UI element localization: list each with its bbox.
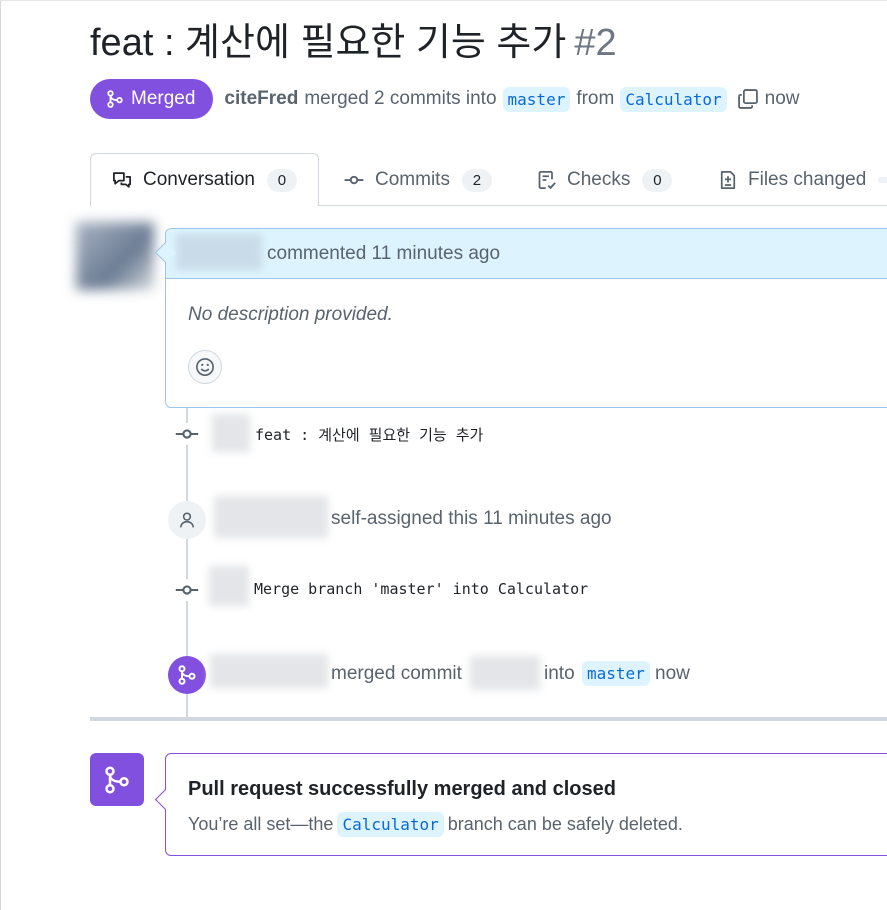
tab-label: Conversation bbox=[143, 169, 255, 190]
tab-counter: 2 bbox=[461, 168, 492, 192]
base-branch[interactable]: master bbox=[502, 86, 571, 112]
merge-target-branch[interactable]: master bbox=[582, 661, 650, 686]
checklist-icon bbox=[538, 171, 556, 190]
comment-action: commented 11 minutes ago bbox=[267, 243, 501, 264]
git-merge-icon bbox=[90, 753, 144, 806]
merge-time: now bbox=[764, 88, 800, 109]
tab-files-changed[interactable]: Files changed bbox=[718, 160, 887, 200]
commit-message[interactable]: feat : 계산에 필요한 기능 추가 bbox=[255, 424, 483, 445]
copy-icon[interactable] bbox=[737, 88, 759, 110]
tab-label: Files changed bbox=[748, 169, 867, 190]
window-top-edge bbox=[0, 0, 887, 1]
merge-event-into: into bbox=[544, 663, 575, 684]
tab-conversation[interactable]: Conversation 0 bbox=[111, 160, 297, 200]
file-diff-icon bbox=[720, 171, 736, 189]
badge-label: Merged bbox=[131, 88, 196, 109]
subtext-suffix: branch can be safely deleted. bbox=[447, 814, 683, 834]
avatar[interactable] bbox=[76, 222, 154, 290]
tab-label: Commits bbox=[375, 169, 450, 190]
merge-commit-sha[interactable] bbox=[470, 656, 540, 690]
pr-meta: Merged citeFred merged 2 commits into ma… bbox=[90, 79, 800, 119]
commit-message[interactable]: Merge branch 'master' into Calculator bbox=[254, 580, 588, 598]
comment-box: commented 11 minutes ago No description … bbox=[165, 228, 887, 408]
commit-author-avatar[interactable] bbox=[212, 414, 250, 452]
subtext-prefix: You’re all set—the bbox=[188, 814, 334, 834]
git-commit-icon bbox=[175, 579, 199, 601]
git-commit-icon bbox=[344, 175, 364, 185]
merged-text: merged 2 commits into bbox=[304, 88, 497, 109]
window-edge bbox=[0, 0, 1, 910]
smiley-icon[interactable] bbox=[188, 350, 222, 384]
author-link[interactable]: citeFred bbox=[224, 88, 298, 110]
git-merge-icon bbox=[168, 656, 206, 694]
assignee-name[interactable] bbox=[214, 496, 328, 538]
merge-event-prefix: merged commit bbox=[331, 663, 462, 684]
timeline-divider bbox=[90, 717, 887, 721]
merged-status-badge: Merged bbox=[90, 79, 214, 119]
pr-number: #2 bbox=[574, 22, 617, 64]
merge-event-time: now bbox=[655, 663, 690, 684]
tab-counter: 0 bbox=[642, 168, 673, 192]
comment-header: commented 11 minutes ago bbox=[166, 229, 887, 279]
head-branch[interactable]: Calculator bbox=[620, 86, 727, 112]
merger-name[interactable] bbox=[210, 654, 328, 688]
commit-author-avatar[interactable] bbox=[209, 566, 249, 606]
comment-discussion-icon bbox=[113, 172, 131, 188]
tab-counter bbox=[878, 177, 887, 183]
git-merge-icon bbox=[107, 90, 123, 108]
assign-event-text: self-assigned this 11 minutes ago bbox=[331, 508, 612, 529]
page-title: feat : 계산에 필요한 기능 추가 #2 bbox=[90, 18, 617, 68]
pr-title: feat : 계산에 필요한 기능 추가 bbox=[90, 22, 567, 64]
tab-counter: 0 bbox=[266, 168, 297, 192]
merge-status-subtext: You’re all set—the Calculator branch can b… bbox=[188, 812, 683, 837]
person-icon bbox=[168, 501, 206, 539]
deletable-branch[interactable]: Calculator bbox=[337, 812, 444, 837]
from-text: from bbox=[576, 88, 615, 109]
merge-card-caret bbox=[154, 788, 177, 811]
commenter-name[interactable] bbox=[176, 234, 262, 270]
tab-checks[interactable]: Checks 0 bbox=[537, 160, 673, 200]
merge-status-card: Pull request successfully merged and clo… bbox=[154, 753, 887, 856]
tab-commits[interactable]: Commits 2 bbox=[343, 160, 492, 200]
merge-status-heading: Pull request successfully merged and clo… bbox=[188, 778, 616, 800]
git-commit-icon bbox=[175, 423, 199, 445]
comment-body: No description provided. bbox=[188, 304, 393, 325]
tab-label: Checks bbox=[567, 169, 631, 190]
